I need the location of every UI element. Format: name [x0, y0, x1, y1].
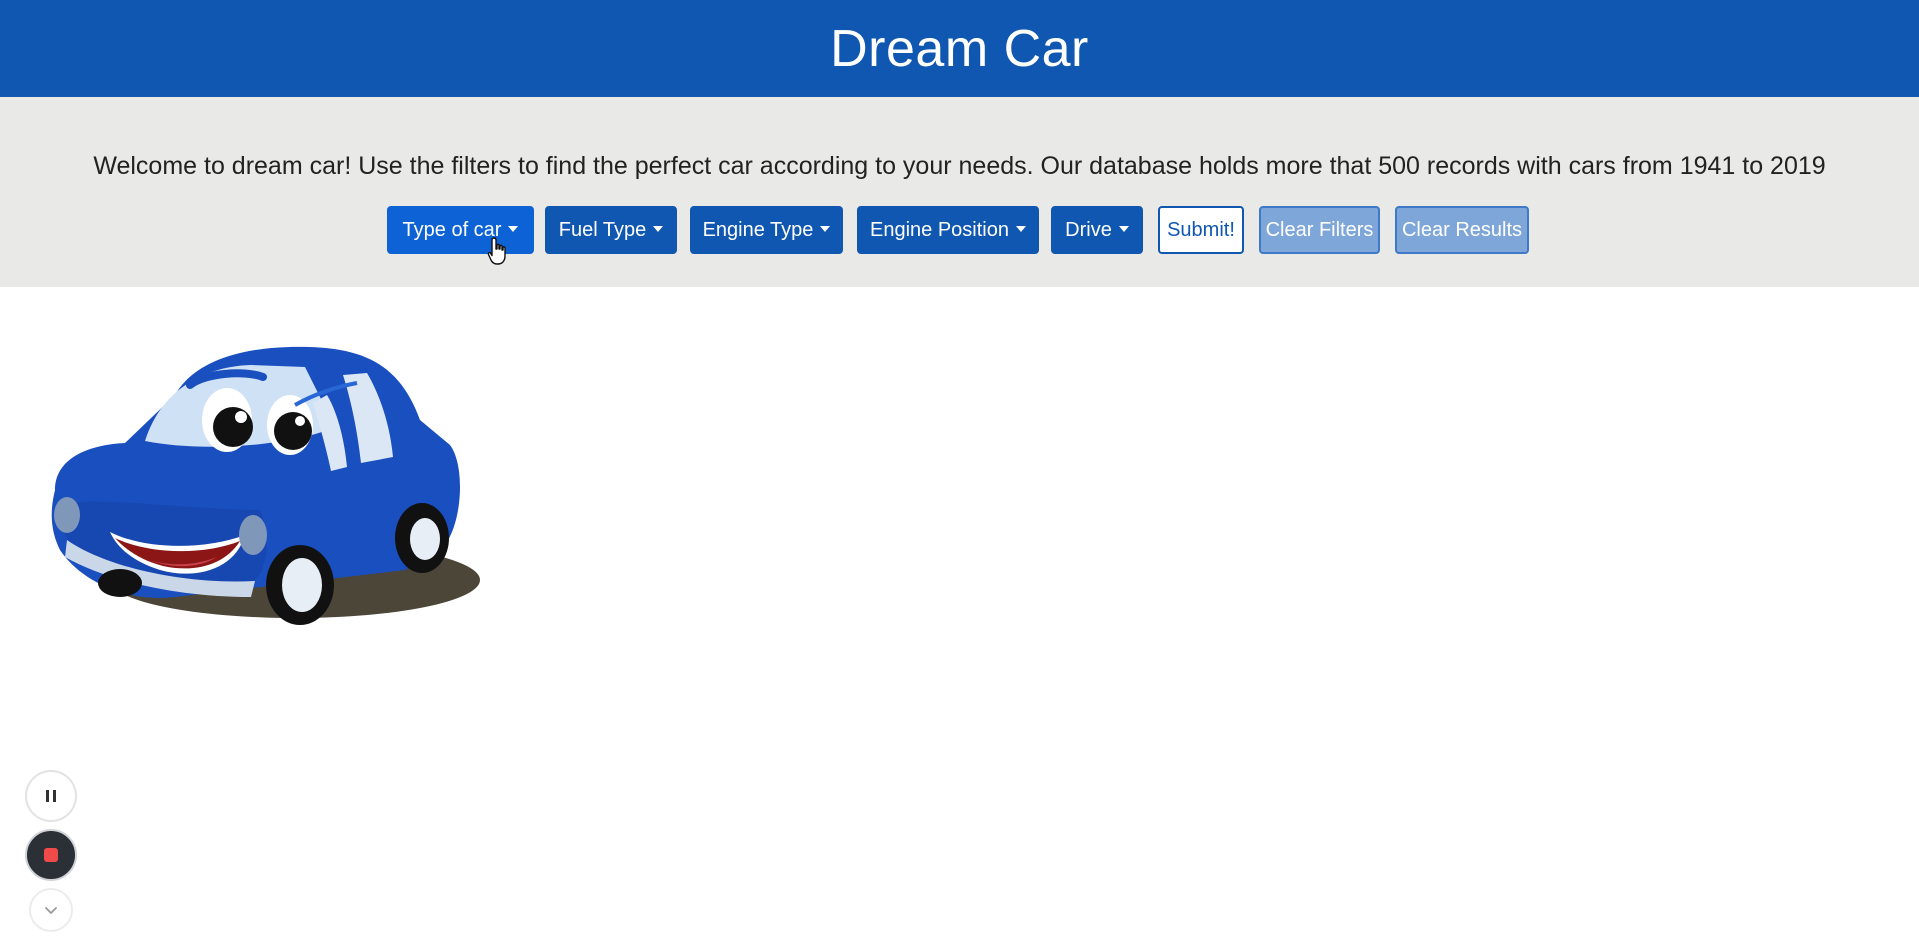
caret-down-icon — [1118, 225, 1129, 232]
car-mascot-illustration — [51, 346, 480, 625]
page-title: Dream Car — [830, 19, 1089, 78]
caret-down-icon — [1015, 225, 1026, 232]
caret-down-icon — [653, 225, 664, 232]
hand-cursor-icon — [487, 237, 506, 265]
fuel-type-label: Fuel Type — [558, 218, 647, 241]
stop-icon — [44, 848, 58, 862]
engine-type-label: Engine Type — [702, 218, 814, 241]
submit-button[interactable]: Submit! — [1158, 206, 1244, 254]
clear-results-button[interactable]: Clear Results — [1395, 206, 1529, 254]
engine-position-label: Engine Position — [870, 218, 1009, 241]
intro-text: Welcome to dream car! Use the filters to… — [93, 152, 1826, 180]
pause-icon — [46, 790, 56, 802]
chevron-down-icon — [45, 907, 57, 914]
drive-dropdown[interactable]: Drive — [1051, 206, 1143, 254]
caret-down-icon — [508, 225, 519, 232]
page-header: Dream Car — [0, 0, 1919, 97]
filter-panel: Welcome to dream car! Use the filters to… — [0, 97, 1919, 287]
engine-position-dropdown[interactable]: Engine Position — [857, 206, 1039, 254]
collapse-controls-button[interactable] — [29, 888, 73, 932]
fuel-type-dropdown[interactable]: Fuel Type — [545, 206, 677, 254]
drive-label: Drive — [1065, 218, 1112, 241]
engine-type-dropdown[interactable]: Engine Type — [690, 206, 843, 254]
caret-down-icon — [820, 225, 831, 232]
clear-filters-button[interactable]: Clear Filters — [1259, 206, 1380, 254]
stop-recording-button[interactable] — [25, 829, 77, 881]
pause-button[interactable] — [25, 770, 77, 822]
type-of-car-dropdown[interactable]: Type of car — [387, 206, 534, 254]
